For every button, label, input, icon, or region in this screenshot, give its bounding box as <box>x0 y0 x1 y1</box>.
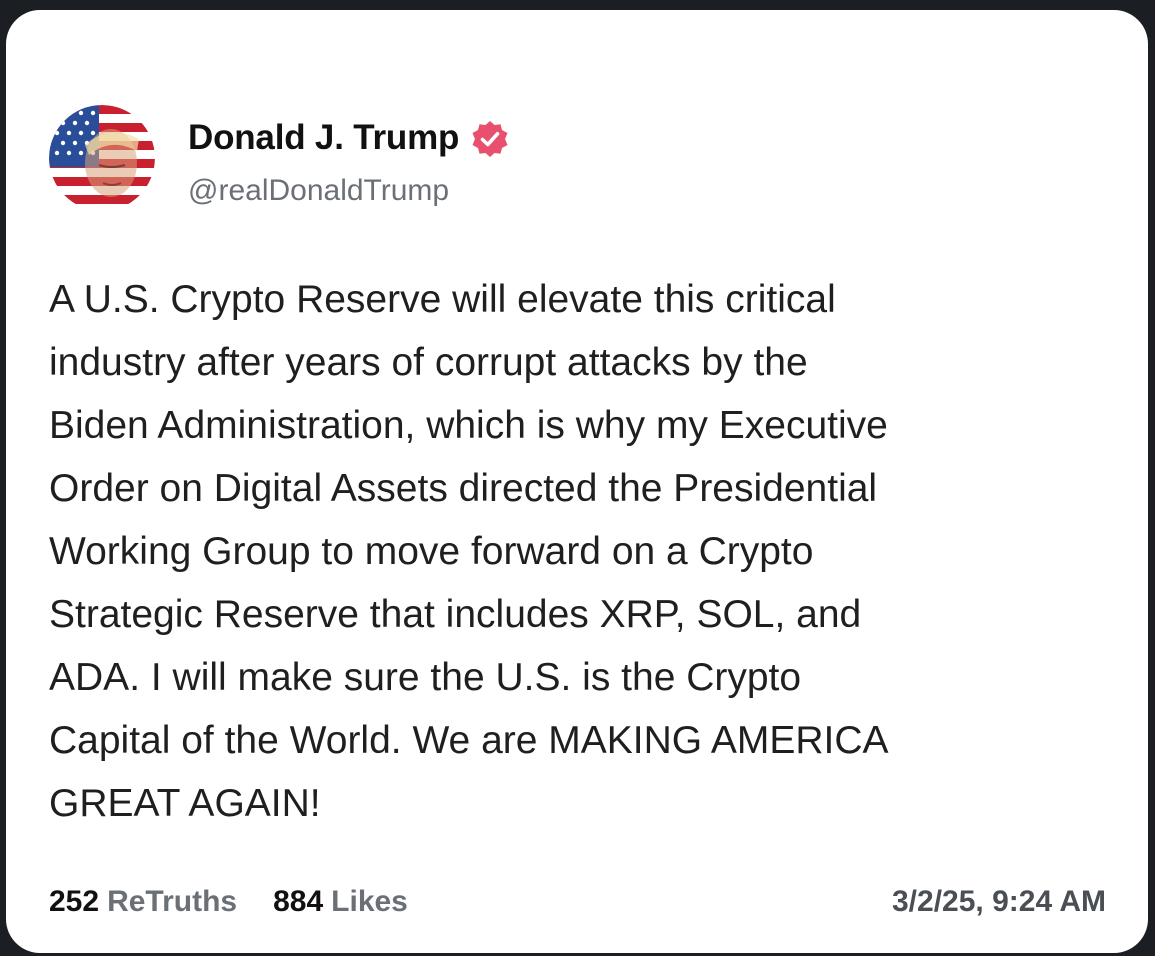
verified-badge-icon <box>471 120 509 158</box>
avatar-image <box>49 105 155 211</box>
retruths-stat[interactable]: 252 ReTruths <box>49 885 237 919</box>
post-body-text: A U.S. Crypto Reserve will elevate this … <box>49 278 889 825</box>
avatar[interactable] <box>49 105 155 211</box>
author-row: Donald J. Trump <box>188 118 509 158</box>
author-handle[interactable]: @realDonaldTrump <box>188 174 449 208</box>
author-name[interactable]: Donald J. Trump <box>188 118 459 158</box>
retruths-label: ReTruths <box>107 885 238 918</box>
likes-stat[interactable]: 884 Likes <box>273 885 408 919</box>
post-footer: 252 ReTruths 884 Likes 3/2/25, 9:24 AM <box>49 882 1106 922</box>
likes-label: Likes <box>331 885 408 918</box>
post-card: Donald J. Trump @realDonaldTrump A U.S. … <box>6 10 1148 953</box>
post-timestamp: 3/2/25, 9:24 AM <box>892 885 1106 918</box>
retruths-count: 252 <box>49 885 100 918</box>
likes-count: 884 <box>273 885 324 918</box>
